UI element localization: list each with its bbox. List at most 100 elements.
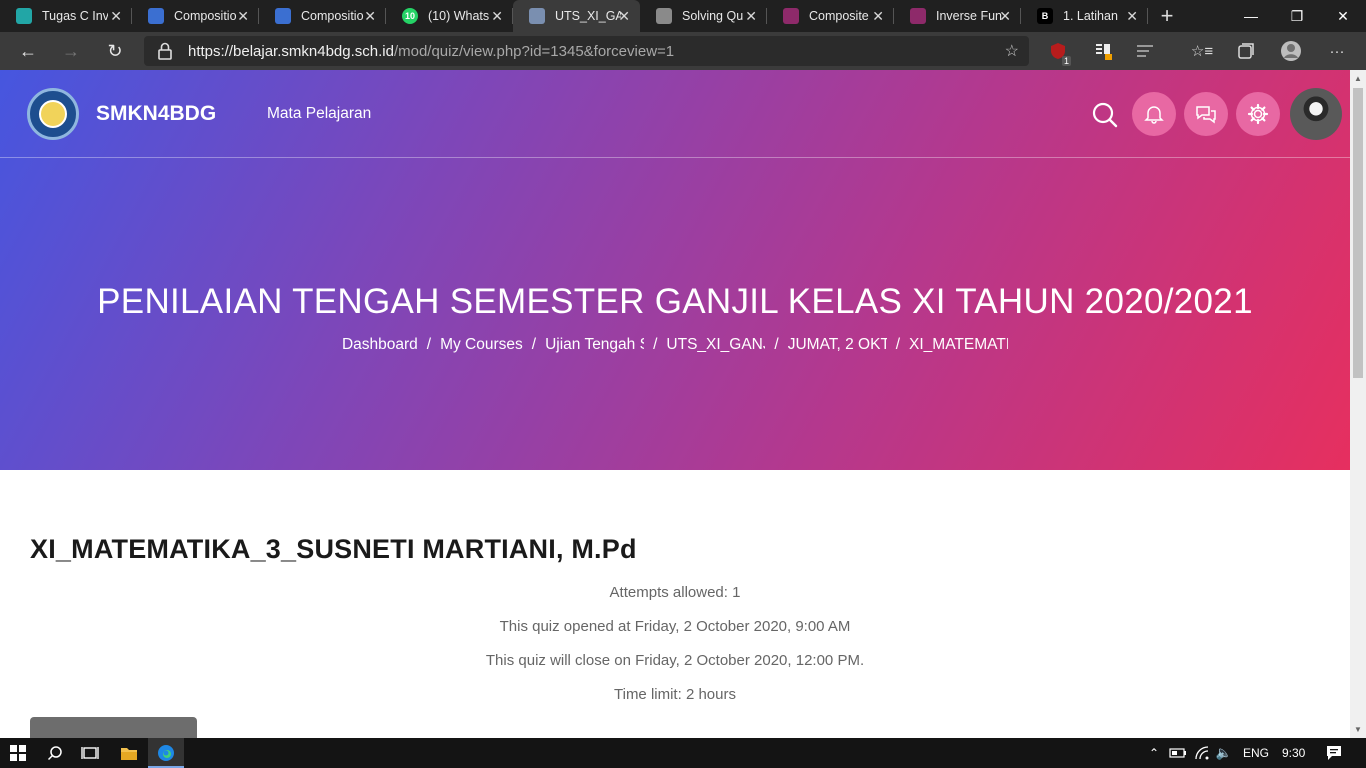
favorites-icon[interactable]: ☆≡ — [1191, 40, 1213, 62]
search-taskbar-icon[interactable] — [43, 742, 67, 764]
windows-taskbar: ⌃ 🔈 ENG 9:30 — [0, 738, 1366, 768]
favorite-star-icon[interactable]: ☆ — [1005, 41, 1019, 61]
breadcrumb-link[interactable]: Ujian Tengah S — [545, 336, 644, 354]
language-indicator[interactable]: ENG — [1243, 746, 1269, 760]
browser-tab[interactable]: Inverse Fun ✕ — [894, 0, 1021, 32]
doc-icon — [275, 8, 291, 24]
tab-close-icon[interactable]: ✕ — [1126, 8, 1138, 24]
browser-tab-title: 1. Latihan — [1063, 9, 1118, 23]
brainly-icon — [910, 8, 926, 24]
lock-icon — [158, 42, 172, 60]
breadcrumb-separator: / — [531, 336, 537, 353]
browser-tab-title: Inverse Fun — [936, 9, 1002, 23]
tab-close-icon[interactable]: ✕ — [491, 8, 503, 24]
settings-button[interactable] — [1236, 92, 1280, 136]
collections-icon[interactable] — [1235, 40, 1257, 62]
browser-tab[interactable]: Compositio ✕ — [259, 0, 386, 32]
address-bar[interactable]: https://belajar.smkn4bdg.sch.id/mod/quiz… — [144, 36, 1029, 66]
search-icon[interactable] — [1090, 100, 1120, 130]
file-explorer-icon[interactable] — [117, 742, 141, 764]
quiz-opened-text: This quiz opened at Friday, 2 October 20… — [499, 618, 851, 635]
logo-emblem — [39, 100, 67, 128]
browser-tab[interactable]: B 1. Latihan ✕ — [1021, 0, 1148, 32]
time-limit-text: Time limit: 2 hours — [614, 686, 736, 703]
nav-mata-pelajaran[interactable]: Mata Pelajaran — [267, 105, 371, 123]
url-text: https://belajar.smkn4bdg.sch.id/mod/quiz… — [188, 43, 674, 60]
clock[interactable]: 9:30 — [1282, 746, 1305, 760]
extension-badge: 1 — [1061, 56, 1071, 66]
breadcrumb-link[interactable]: UTS_XI_GANJIL — [666, 336, 765, 354]
browser-tab[interactable]: Solving Qu ✕ — [640, 0, 767, 32]
scroll-up-arrow-icon[interactable]: ▲ — [1354, 74, 1362, 83]
battery-icon[interactable] — [1166, 742, 1190, 764]
tab-close-icon[interactable]: ✕ — [364, 8, 376, 24]
browser-tab-title: Tugas C Inv — [42, 9, 108, 23]
close-window-button[interactable]: ✕ — [1320, 0, 1366, 32]
gear-icon — [1247, 103, 1269, 125]
tray-chevron-up-icon[interactable]: ⌃ — [1142, 742, 1166, 764]
tab-close-icon[interactable]: ✕ — [237, 8, 249, 24]
school-logo[interactable] — [27, 88, 79, 140]
tab-close-icon[interactable]: ✕ — [110, 8, 122, 24]
edge-browser-icon[interactable] — [154, 742, 178, 764]
site-name[interactable]: SMKN4BDG — [96, 102, 216, 126]
messages-button[interactable] — [1184, 92, 1228, 136]
ublock-extension-icon[interactable]: 1 — [1047, 40, 1071, 66]
reader-extension-icon[interactable] — [1092, 40, 1114, 62]
action-center-icon[interactable] — [1322, 742, 1346, 764]
image-icon — [656, 8, 672, 24]
tab-close-icon[interactable]: ✕ — [618, 8, 630, 24]
breadcrumb-link[interactable]: My Courses — [440, 336, 523, 354]
chat-icon — [1196, 106, 1216, 124]
forward-button[interactable]: → — [56, 36, 86, 66]
back-button[interactable]: ← — [13, 36, 43, 66]
notifications-button[interactable] — [1132, 92, 1176, 136]
whatsapp-icon: 10 — [402, 8, 418, 24]
browser-tab[interactable]: Composite ✕ — [767, 0, 894, 32]
browser-tab[interactable]: UTS_XI_GAI ✕ — [513, 0, 640, 32]
tab-close-icon[interactable]: ✕ — [872, 8, 884, 24]
browser-tab-title: UTS_XI_GAI — [555, 9, 621, 23]
task-view-icon[interactable] — [78, 742, 102, 764]
wifi-icon[interactable] — [1190, 742, 1214, 764]
page-scrollbar[interactable]: ▲ ▼ — [1350, 70, 1366, 738]
url-path: /mod/quiz/view.php?id=1345&forceview=1 — [393, 43, 675, 60]
breadcrumb-link[interactable]: XI_MATEMATIK — [909, 336, 1008, 354]
breadcrumb-separator: / — [653, 336, 658, 353]
breadcrumb-separator: / — [774, 336, 779, 353]
scroll-down-arrow-icon[interactable]: ▼ — [1354, 725, 1362, 734]
scrollbar-thumb[interactable] — [1353, 88, 1363, 378]
attempt-quiz-button[interactable] — [30, 717, 197, 738]
browser-tab[interactable]: 10 (10) Whats ✕ — [386, 0, 513, 32]
bell-icon — [1144, 106, 1164, 124]
user-avatar[interactable] — [1290, 88, 1342, 140]
breadcrumb-link[interactable]: JUMAT, 2 OKTO — [788, 336, 887, 354]
browser-tab-title: Solving Qu — [682, 9, 744, 23]
attempts-allowed-text: Attempts allowed: 1 — [609, 584, 741, 601]
page-title: PENILAIAN TENGAH SEMESTER GANJIL KELAS X… — [97, 282, 1253, 321]
refresh-button[interactable]: ↻ — [100, 36, 130, 66]
tab-close-icon[interactable]: ✕ — [745, 8, 757, 24]
browser-toolbar: ← → ↻ https://belajar.smkn4bdg.sch.id/mo… — [0, 32, 1366, 70]
breadcrumb-separator: / — [426, 336, 432, 353]
breadcrumb-link[interactable]: Dashboard — [342, 336, 418, 354]
browser-tab[interactable]: Tugas C Inv ✕ — [0, 0, 132, 32]
classroom-icon — [16, 8, 32, 24]
browser-tab-title: Compositio — [301, 9, 364, 23]
tab-close-icon[interactable]: ✕ — [999, 8, 1011, 24]
browser-tab-strip: Tugas C Inv ✕ Compositio ✕ Compositio ✕ 10 (10)… — [0, 0, 1366, 32]
moodle-icon — [529, 8, 545, 24]
browser-tab-title: Compositio — [174, 9, 237, 23]
windows-start-icon[interactable] — [6, 742, 30, 764]
restore-button[interactable]: ❐ — [1274, 0, 1320, 32]
immersive-reader-icon[interactable] — [1134, 40, 1156, 62]
more-menu-icon[interactable]: ··· — [1326, 40, 1348, 62]
profile-icon[interactable] — [1280, 40, 1302, 62]
volume-icon[interactable]: 🔈 — [1212, 742, 1236, 764]
web-page: SMKN4BDG Mata Pelajaran PENILAIAN TENGAH… — [0, 70, 1350, 738]
quiz-title: XI_MATEMATIKA_3_SUSNETI MARTIANI, M.Pd — [30, 534, 637, 564]
url-domain: https://belajar.smkn4bdg.sch.id — [188, 43, 394, 60]
minimize-button[interactable]: — — [1228, 0, 1274, 32]
new-tab-button[interactable]: + — [1152, 0, 1182, 32]
browser-tab[interactable]: Compositio ✕ — [132, 0, 259, 32]
